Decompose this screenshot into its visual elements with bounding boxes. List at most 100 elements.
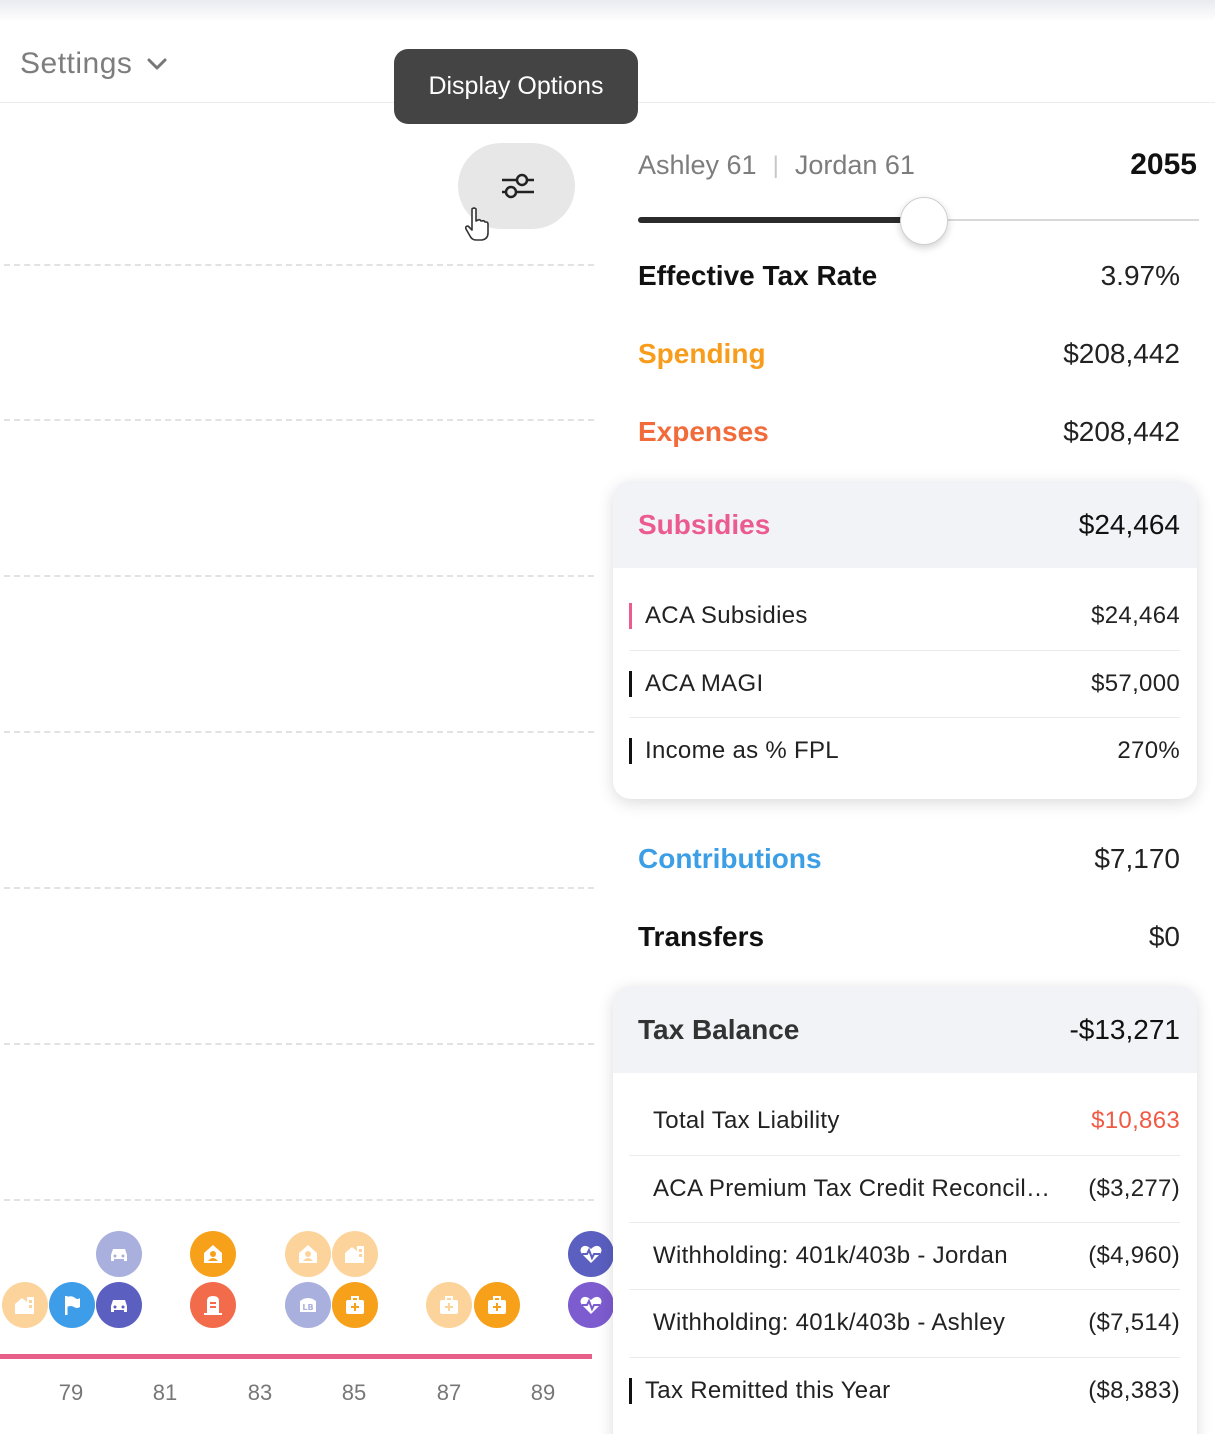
list-item: ACA Subsidies $24,464 — [629, 598, 1180, 634]
item-label: Withholding: 401k/403b - Ashley — [653, 1309, 1006, 1336]
spending-row[interactable]: Spending $208,442 — [638, 334, 1180, 374]
contributions-row[interactable]: Contributions $7,170 — [638, 839, 1180, 879]
item-value: $24,464 — [1091, 602, 1180, 629]
item-label: ACA MAGI — [645, 670, 764, 697]
tooltip-text: Display Options — [428, 72, 604, 100]
item-value: $57,000 — [1091, 670, 1180, 697]
color-bar — [629, 603, 632, 629]
effective-tax-rate-label: Effective Tax Rate — [638, 260, 878, 291]
spending-label: Spending — [638, 338, 766, 369]
grid-line — [4, 419, 594, 421]
tax-balance-value: -$13,271 — [1069, 1013, 1180, 1045]
medical-bag-icon[interactable] — [426, 1282, 472, 1328]
color-bar — [629, 738, 632, 764]
color-bar — [629, 1378, 632, 1404]
item-label: ACA Premium Tax Credit Reconcil… — [653, 1175, 1051, 1202]
axis-tick: 87 — [436, 1380, 462, 1405]
list-item: ACA Premium Tax Credit Reconcil… ($3,277… — [629, 1171, 1180, 1207]
list-item: Income as % FPL 270% — [629, 733, 1180, 769]
expenses-value: $208,442 — [1063, 416, 1180, 447]
effective-tax-rate-value: 3.97% — [1100, 260, 1180, 291]
tax-balance-header[interactable]: Tax Balance -$13,271 — [613, 986, 1197, 1073]
grid-line — [4, 575, 594, 577]
item-label: Withholding: 401k/403b - Jordan — [653, 1242, 1008, 1269]
heart-pulse-icon[interactable] — [568, 1282, 614, 1328]
gravestone-icon[interactable] — [190, 1282, 236, 1328]
car-icon[interactable] — [96, 1231, 142, 1277]
medical-bag-icon[interactable] — [474, 1282, 520, 1328]
item-label: Total Tax Liability — [653, 1107, 840, 1134]
display-options-tooltip: Display Options — [394, 49, 638, 124]
axis-tick: 85 — [341, 1380, 367, 1405]
axis-tick: 83 — [247, 1380, 273, 1405]
contributions-value: $7,170 — [1094, 843, 1180, 874]
heart-pulse-icon[interactable] — [568, 1231, 614, 1277]
divider — [629, 650, 1180, 651]
item-label: Income as % FPL — [645, 737, 839, 764]
year-slider-handle[interactable] — [900, 197, 949, 245]
transfers-label: Transfers — [638, 921, 765, 952]
contributions-label: Contributions — [638, 843, 822, 874]
list-item: ACA MAGI $57,000 — [629, 666, 1180, 702]
grid-line — [4, 264, 594, 266]
chevron-down-icon — [147, 58, 167, 70]
color-bar — [629, 671, 632, 697]
people-ages: Ashley 61 | Jordan 61 — [638, 150, 915, 181]
list-item: Withholding: 401k/403b - Ashley ($7,514) — [629, 1305, 1180, 1341]
item-value: ($7,514) — [1088, 1309, 1180, 1336]
axis-tick: 79 — [58, 1380, 84, 1405]
sliders-icon — [501, 173, 534, 199]
divider — [629, 1289, 1180, 1290]
transfers-value: $0 — [1148, 921, 1180, 952]
person-1-age: Ashley 61 — [638, 150, 757, 180]
medical-bag-icon[interactable] — [332, 1282, 378, 1328]
item-value: ($8,383) — [1088, 1377, 1180, 1404]
item-value: $10,863 — [1091, 1107, 1180, 1134]
effective-tax-rate-row: Effective Tax Rate 3.97% — [638, 256, 1180, 296]
subsidies-value: $24,464 — [1078, 508, 1180, 540]
item-label: ACA Subsidies — [645, 602, 808, 629]
house-icon[interactable] — [2, 1282, 48, 1328]
expenses-label: Expenses — [638, 416, 769, 447]
subsidies-header[interactable]: Subsidies $24,464 — [613, 481, 1197, 568]
transfers-row: Transfers $0 — [638, 917, 1180, 957]
person-2-age: Jordan 61 — [794, 150, 915, 180]
divider — [629, 1222, 1180, 1223]
selected-year: 2055 — [1130, 148, 1197, 181]
subsidies-label: Subsidies — [638, 508, 771, 540]
axis-tick: 89 — [530, 1380, 556, 1405]
flag-icon[interactable] — [49, 1282, 95, 1328]
list-item: Total Tax Liability $10,863 — [629, 1103, 1180, 1139]
settings-label: Settings — [20, 47, 133, 80]
divider — [629, 717, 1180, 718]
home-person-icon[interactable] — [190, 1231, 236, 1277]
car-icon[interactable] — [96, 1282, 142, 1328]
grid-line — [4, 731, 594, 733]
expenses-row[interactable]: Expenses $208,442 — [638, 412, 1180, 452]
svg-text:LB: LB — [302, 1303, 313, 1312]
house-icon[interactable] — [332, 1231, 378, 1277]
axis-tick: 81 — [152, 1380, 178, 1405]
item-value: ($3,277) — [1088, 1175, 1180, 1202]
grid-line — [4, 887, 594, 889]
person-separator: | — [772, 151, 779, 179]
list-item: Tax Remitted this Year ($8,383) — [629, 1373, 1180, 1409]
life-insurance-icon[interactable]: LB — [285, 1282, 331, 1328]
spending-value: $208,442 — [1063, 338, 1180, 369]
tax-balance-label: Tax Balance — [638, 1013, 800, 1045]
grid-line — [4, 1043, 594, 1045]
item-label: Tax Remitted this Year — [645, 1377, 891, 1404]
divider — [629, 1357, 1180, 1358]
item-value: 270% — [1117, 737, 1180, 764]
grid-line — [4, 1199, 594, 1201]
settings-dropdown[interactable]: Settings — [20, 44, 168, 84]
home-person-icon[interactable] — [285, 1231, 331, 1277]
divider — [629, 1155, 1180, 1156]
tax-balance-card: Tax Balance -$13,271 Total Tax Liability… — [613, 986, 1197, 1434]
list-item: Withholding: 401k/403b - Jordan ($4,960) — [629, 1238, 1180, 1274]
hand-pointer-icon — [464, 207, 489, 241]
top-shade — [0, 0, 1215, 22]
year-slider-fill — [638, 217, 925, 223]
timeline-baseline — [0, 1354, 592, 1359]
item-value: ($4,960) — [1088, 1242, 1180, 1269]
